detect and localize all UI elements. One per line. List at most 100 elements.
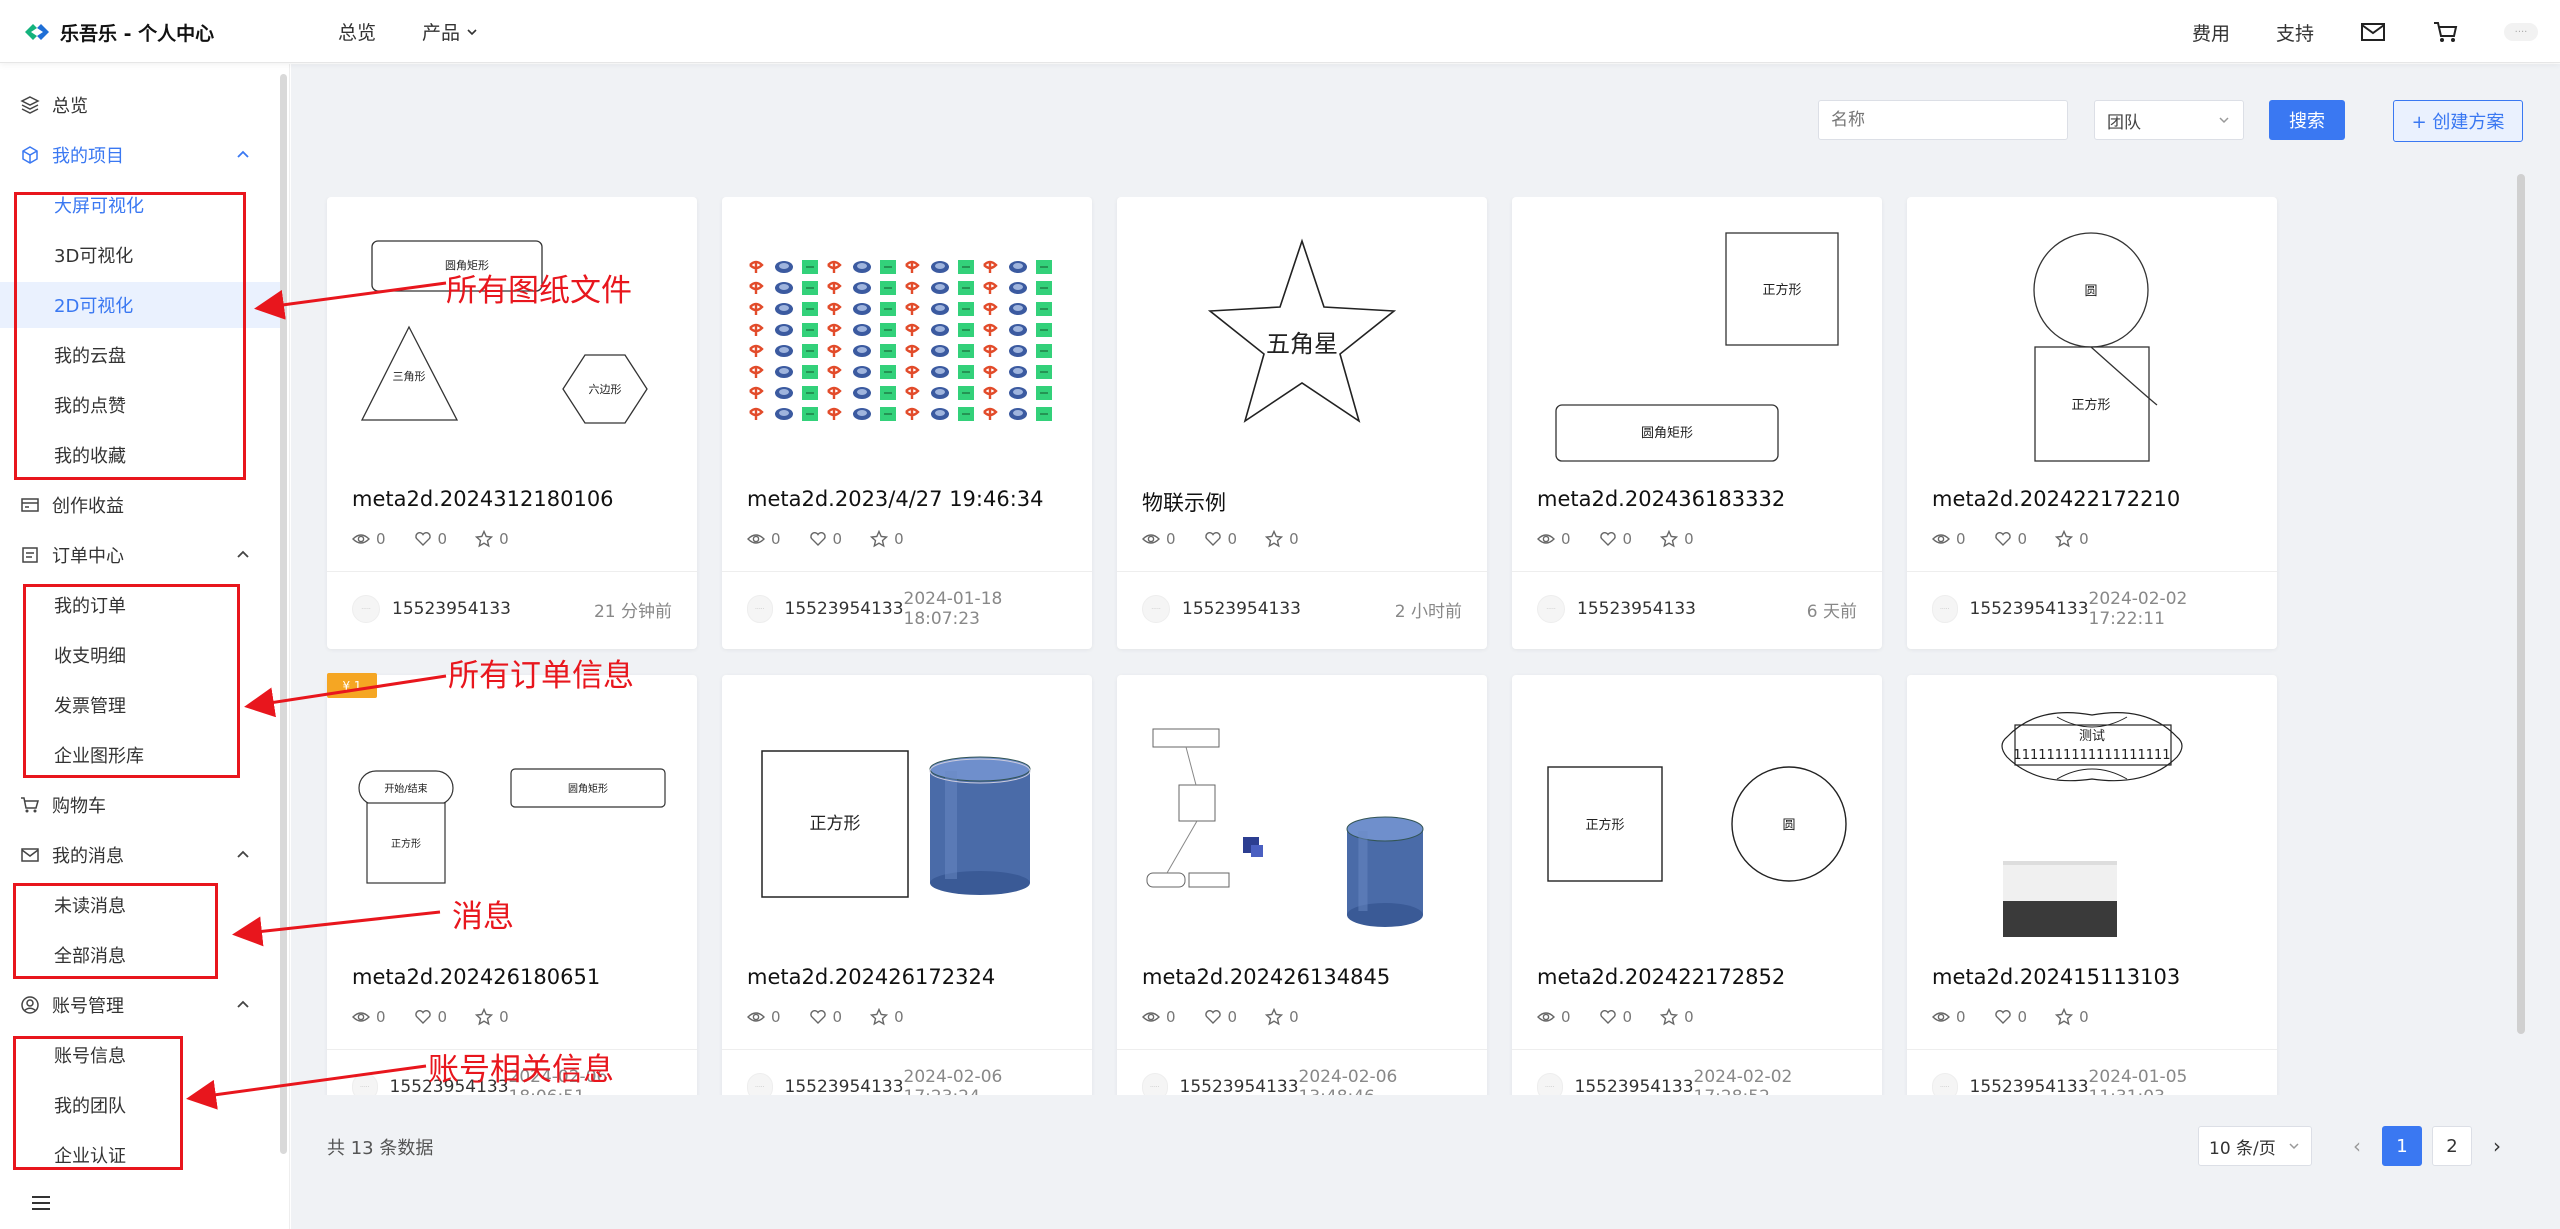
- team-select-value: 团队: [2107, 112, 2141, 133]
- card-title[interactable]: meta2d.2024312180106: [352, 487, 614, 511]
- like-count[interactable]: 0: [1994, 530, 2027, 548]
- card-title[interactable]: meta2d.202422172210: [1932, 487, 2180, 511]
- nav-overview[interactable]: 总览: [338, 18, 376, 45]
- card-stats: 0 0 0: [1537, 530, 1722, 548]
- card-time: 21 分钟前: [593, 601, 672, 622]
- price-badge: ¥ 1: [327, 673, 377, 698]
- brand[interactable]: 乐吾乐 - 个人中心: [22, 18, 214, 46]
- like-count[interactable]: 0: [1994, 1008, 2028, 1026]
- view-count: 0: [1932, 1008, 1966, 1026]
- star-count[interactable]: 0: [1265, 1008, 1299, 1026]
- like-count[interactable]: 0: [809, 1008, 842, 1026]
- heart-icon: [809, 1008, 833, 1026]
- sidebar-item-overview[interactable]: 总览: [0, 82, 280, 128]
- sidebar-item-messages[interactable]: 我的消息: [0, 832, 280, 878]
- card-title[interactable]: meta2d.202426134845: [1142, 965, 1390, 989]
- star-count-value: 0: [894, 530, 904, 548]
- view-count: 0: [352, 1008, 386, 1026]
- like-count[interactable]: 0: [1599, 530, 1632, 548]
- main-content: 团队 搜索 + 创建方案 圆角矩形 三角形六边形 meta2d.2024312180…: [291, 64, 2560, 1229]
- team-select[interactable]: 团队: [2094, 100, 2244, 140]
- view-count: 0: [1537, 1008, 1571, 1026]
- sidebar-item-earnings[interactable]: 创作收益: [0, 482, 280, 528]
- sidebar-item-cart[interactable]: 购物车: [0, 782, 280, 828]
- name-search-input[interactable]: [1818, 100, 2068, 140]
- create-plan-button[interactable]: + 创建方案: [2393, 100, 2523, 142]
- star-count[interactable]: 0: [1265, 530, 1299, 548]
- card-time: 2024-01-18 18:07:23: [903, 589, 1003, 629]
- nav-fees[interactable]: 费用: [2192, 19, 2230, 46]
- card-title[interactable]: meta2d.202422172852: [1537, 965, 1785, 989]
- card-title[interactable]: meta2d.202415113103: [1932, 965, 2180, 989]
- next-page-button[interactable]: ›: [2482, 1126, 2512, 1166]
- nav-support[interactable]: 支持: [2276, 19, 2314, 46]
- card-title[interactable]: meta2d.2023/4/27 19:46:34: [747, 487, 1044, 511]
- like-count-value: 0: [2017, 1008, 2028, 1026]
- user-icon: [21, 996, 39, 1014]
- card-title[interactable]: meta2d.202436183332: [1537, 487, 1785, 511]
- star-count-value: 0: [2079, 530, 2089, 548]
- prev-page-button[interactable]: ‹: [2342, 1126, 2372, 1166]
- drawing-card[interactable]: meta2d.202426134845 0 0 0 ····· 15523954133 20…: [1117, 675, 1487, 1095]
- drawing-card[interactable]: 测试 1111111111111111111 meta2d.202415113103…: [1907, 675, 2277, 1095]
- star-icon: [2055, 1008, 2079, 1026]
- like-count[interactable]: 0: [414, 530, 447, 548]
- star-count[interactable]: 0: [2055, 1008, 2089, 1026]
- sidebar-item-account[interactable]: 账号管理: [0, 982, 280, 1028]
- card-title[interactable]: meta2d.202426172324: [747, 965, 995, 989]
- star-count[interactable]: 0: [475, 530, 509, 548]
- heart-icon: [1994, 1008, 2018, 1026]
- like-count[interactable]: 0: [809, 530, 843, 548]
- card-stats: 0 0 0: [1932, 1008, 2117, 1026]
- heart-icon: [1994, 530, 2018, 548]
- sidebar-item-label: 创作收益: [52, 496, 124, 517]
- mail-button[interactable]: [2360, 20, 2386, 44]
- drawing-card[interactable]: 正方形 圆角矩形 meta2d.202436183332 0 0 0 ····· 155239…: [1512, 197, 1882, 649]
- like-count[interactable]: 0: [414, 1008, 447, 1026]
- star-count[interactable]: 0: [1660, 1008, 1694, 1026]
- drawing-card[interactable]: 正方形 meta2d.202426172324 0 0 0 ····· 1552395413…: [722, 675, 1092, 1095]
- page-1-button[interactable]: 1: [2382, 1126, 2422, 1166]
- drawing-card[interactable]: 圆正方形 meta2d.202422172210 0 0 0 ····· 155239541…: [1907, 197, 2277, 649]
- drawing-card[interactable]: 正方形 圆 meta2d.202422172852 0 0 0 ····· 155239541…: [1512, 675, 1882, 1095]
- like-count[interactable]: 0: [1599, 1008, 1632, 1026]
- page-size-select[interactable]: 10 条/页: [2198, 1126, 2312, 1166]
- heart-icon: [414, 1008, 438, 1026]
- sidebar-scrollbar[interactable]: [280, 74, 287, 1154]
- search-button[interactable]: 搜索: [2269, 100, 2345, 140]
- page-2-button[interactable]: 2: [2432, 1126, 2472, 1166]
- star-count[interactable]: 0: [870, 1008, 904, 1026]
- sidebar-item-order-center[interactable]: 订单中心: [0, 532, 280, 578]
- svg-text:圆角矩形: 圆角矩形: [1641, 426, 1693, 441]
- card-title[interactable]: meta2d.202426180651: [352, 965, 600, 989]
- like-count[interactable]: 0: [1204, 530, 1237, 548]
- nav-products-label: 产品: [422, 22, 461, 44]
- drawing-card[interactable]: meta2d.2023/4/27 19:46:34 0 0 0 ····· 1552395…: [722, 197, 1092, 649]
- view-count: 0: [747, 1008, 781, 1026]
- chevron-down-icon: [467, 28, 477, 35]
- drawing-card[interactable]: 五角星 物联示例 0 0 0 ····· 15523954133 2 小时前: [1117, 197, 1487, 649]
- brand-title: 乐吾乐 - 个人中心: [60, 22, 215, 45]
- card-stats: 0 0 0: [747, 1008, 932, 1026]
- card-title[interactable]: 物联示例: [1142, 487, 1226, 517]
- like-count-value: 0: [832, 530, 843, 548]
- author-name: 15523954133: [1969, 1077, 2089, 1095]
- card-footer: ····· 15523954133 21 分钟前: [352, 587, 672, 631]
- star-count[interactable]: 0: [870, 530, 904, 548]
- cart-icon: [21, 797, 39, 813]
- menu-collapse-icon[interactable]: [30, 1193, 52, 1213]
- like-count[interactable]: 0: [1204, 1008, 1237, 1026]
- drawing-card[interactable]: 开始/结束 圆角矩形 正方形 meta2d.202426180651 0 0 0 ····· 1…: [327, 675, 697, 1095]
- star-count[interactable]: 0: [2055, 530, 2089, 548]
- star-count[interactable]: 0: [475, 1008, 509, 1026]
- sidebar-item-label: 订单中心: [52, 546, 124, 567]
- nav-fees-label: 费用: [2191, 22, 2230, 45]
- card-time: 2024-02-02 17:28:52: [1693, 1067, 1793, 1095]
- chevron-up-icon: [237, 850, 249, 858]
- card-footer: ····· 155239541332024-02-06 17:23:24: [747, 1065, 1067, 1095]
- user-avatar[interactable]: ····: [2504, 23, 2538, 41]
- cart-button[interactable]: [2432, 20, 2458, 44]
- nav-products[interactable]: 产品: [422, 18, 478, 45]
- sidebar-item-my-projects[interactable]: 我的项目: [0, 132, 280, 178]
- star-count[interactable]: 0: [1660, 530, 1694, 548]
